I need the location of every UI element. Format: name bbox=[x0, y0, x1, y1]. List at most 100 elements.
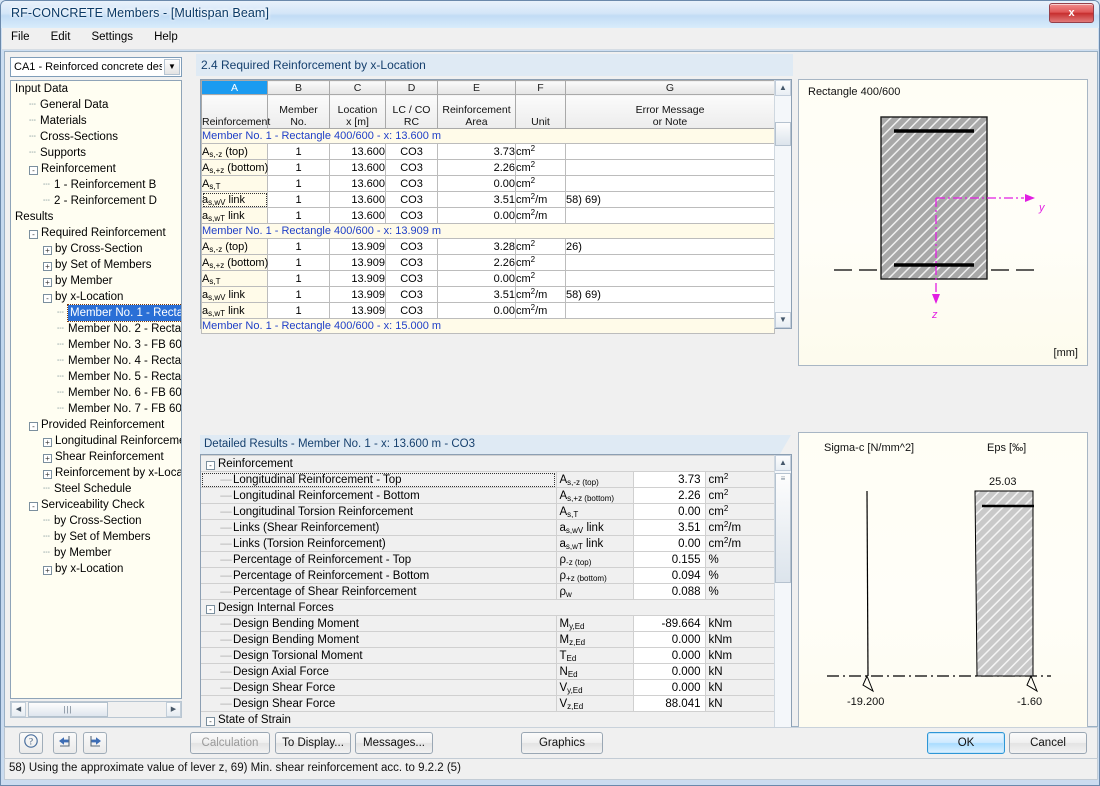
tree-item[interactable]: ┄ 2 - Reinforcement D bbox=[11, 193, 181, 209]
column-header[interactable]: Reinforcement Area bbox=[437, 94, 516, 129]
tree-item[interactable]: ┄ General Data bbox=[11, 97, 181, 113]
table-row[interactable]: As,T 1 13.909 CO3 0.00 cm2 bbox=[201, 270, 775, 287]
navigation-tree[interactable]: Input Data ┄ General Data ┄ Materials ┄ Cross-… bbox=[10, 80, 182, 699]
tree-toggle-icon[interactable]: - bbox=[29, 230, 38, 239]
detailed-vertical-scrollbar[interactable]: ▲ ≡ ▼ bbox=[774, 455, 791, 758]
column-header[interactable]: Location x [m] bbox=[329, 94, 386, 129]
table-row[interactable]: As,+z (bottom) 1 13.909 CO3 2.26 cm2 bbox=[201, 254, 775, 271]
cell-member-no[interactable]: 1 bbox=[267, 254, 330, 271]
cell-area[interactable]: 3.51 bbox=[437, 286, 516, 303]
tree-item[interactable]: + by x-Location bbox=[11, 561, 181, 577]
scroll-left-icon[interactable]: ◀ bbox=[11, 702, 26, 717]
tree-toggle-icon[interactable]: - bbox=[29, 422, 38, 431]
cell-location[interactable]: 13.600 bbox=[329, 159, 386, 176]
cell-lc-co[interactable]: CO3 bbox=[385, 286, 438, 303]
cell-unit[interactable]: cm2 bbox=[515, 143, 566, 160]
detail-value[interactable]: 0.000 bbox=[632, 631, 706, 648]
menu-item-edit[interactable]: Edit bbox=[42, 28, 80, 46]
cell-area[interactable]: 0.00 bbox=[437, 302, 516, 319]
cell-lc-co[interactable]: CO3 bbox=[385, 207, 438, 224]
tree-item[interactable]: ┄ Cross-Sections bbox=[11, 129, 181, 145]
detail-row[interactable]: —Percentage of Reinforcement - Top ρ-z (t… bbox=[201, 551, 776, 568]
calculation-button[interactable]: Calculation bbox=[190, 732, 270, 754]
cell-member-no[interactable]: 1 bbox=[267, 207, 330, 224]
detail-row[interactable]: —Percentage of Reinforcement - Bottom ρ+z… bbox=[201, 567, 776, 584]
table-row[interactable]: As,-z (top) 1 13.909 CO3 3.28 cm2 26) bbox=[201, 238, 775, 255]
detail-value[interactable]: 0.000 bbox=[632, 647, 706, 664]
messages-button[interactable]: Messages... bbox=[355, 732, 433, 754]
cell-location[interactable]: 13.909 bbox=[329, 270, 386, 287]
tree-item[interactable]: Input Data bbox=[11, 81, 181, 97]
detail-value[interactable]: -89.664 bbox=[632, 615, 706, 632]
cell-area[interactable]: 3.28 bbox=[437, 238, 516, 255]
cell-member-no[interactable]: 1 bbox=[267, 143, 330, 160]
cell-reinforcement[interactable]: as,wT link bbox=[201, 207, 268, 224]
tree-item[interactable]: + Shear Reinforcement bbox=[11, 449, 181, 465]
next-icon[interactable] bbox=[83, 732, 107, 754]
scroll-thumb[interactable]: ≡ bbox=[775, 473, 791, 583]
scroll-up-icon[interactable]: ▲ bbox=[775, 80, 791, 96]
column-letter-b[interactable]: B bbox=[267, 80, 330, 95]
cell-reinforcement[interactable]: As,-z (top) bbox=[201, 238, 268, 255]
table-row[interactable]: As,+z (bottom) 1 13.600 CO3 2.26 cm2 bbox=[201, 159, 775, 176]
close-icon[interactable]: x bbox=[1049, 3, 1094, 23]
tree-toggle-icon[interactable]: + bbox=[43, 246, 52, 255]
detail-value[interactable]: 0.00 bbox=[632, 503, 706, 520]
detail-row[interactable]: —Design Shear Force Vy,Ed 0.000 kN bbox=[201, 679, 776, 696]
detail-value[interactable]: 88.041 bbox=[632, 695, 706, 712]
table-row[interactable]: as,wT link 1 13.600 CO3 0.00 cm2/m bbox=[201, 207, 775, 224]
cell-location[interactable]: 13.909 bbox=[329, 254, 386, 271]
tree-item[interactable]: ┄ Member No. 2 - Rectan bbox=[11, 321, 181, 337]
tree-item[interactable]: ┄ by Cross-Section bbox=[11, 513, 181, 529]
table-group-row[interactable]: Member No. 1 - Rectangle 400/600 - x: 13… bbox=[201, 223, 775, 239]
cell-member-no[interactable]: 1 bbox=[267, 175, 330, 192]
tree-toggle-icon[interactable]: - bbox=[43, 294, 52, 303]
tree-toggle-icon[interactable]: + bbox=[43, 262, 52, 271]
detail-label[interactable]: —Design Torsional Moment bbox=[201, 647, 557, 664]
cell-lc-co[interactable]: CO3 bbox=[385, 191, 438, 208]
cell-lc-co[interactable]: CO3 bbox=[385, 175, 438, 192]
tree-item[interactable]: - Reinforcement bbox=[11, 161, 181, 177]
detail-value[interactable]: 2.26 bbox=[632, 487, 706, 504]
cell-lc-co[interactable]: CO3 bbox=[385, 238, 438, 255]
cell-area[interactable]: 0.00 bbox=[437, 270, 516, 287]
cell-error-note[interactable]: 58) 69) bbox=[565, 191, 775, 208]
cell-lc-co[interactable]: CO3 bbox=[385, 143, 438, 160]
tree-item[interactable]: ┄ by Set of Members bbox=[11, 529, 181, 545]
tree-item[interactable]: ┄ Member No. 1 - Rectan bbox=[11, 304, 181, 322]
prev-icon[interactable] bbox=[53, 732, 77, 754]
table-row[interactable]: as,wT link 1 13.909 CO3 0.00 cm2/m bbox=[201, 302, 775, 319]
tree-toggle-icon[interactable]: + bbox=[43, 566, 52, 575]
cell-error-note[interactable] bbox=[565, 159, 775, 176]
cell-unit[interactable]: cm2 bbox=[515, 270, 566, 287]
cell-unit[interactable]: cm2/m bbox=[515, 207, 566, 224]
cell-error-note[interactable] bbox=[565, 207, 775, 224]
table-row[interactable]: As,-z (top) 1 13.600 CO3 3.73 cm2 bbox=[201, 143, 775, 160]
table-body[interactable]: Member No. 1 - Rectangle 400/600 - x: 13… bbox=[201, 128, 775, 334]
cell-error-note[interactable]: 26) bbox=[565, 238, 775, 255]
tree-toggle-icon[interactable]: + bbox=[43, 438, 52, 447]
menu-item-file[interactable]: File bbox=[2, 28, 39, 46]
detail-row[interactable]: —Design Shear Force Vz,Ed 88.041 kN bbox=[201, 695, 776, 712]
cross-section-graphic-panel[interactable]: Rectangle 400/600 [mm] y z bbox=[798, 79, 1088, 366]
detail-group-row[interactable]: - State of Strain bbox=[201, 711, 776, 728]
cell-unit[interactable]: cm2 bbox=[515, 254, 566, 271]
scroll-down-icon[interactable]: ▼ bbox=[775, 312, 791, 328]
cell-unit[interactable]: cm2 bbox=[515, 159, 566, 176]
cell-area[interactable]: 2.26 bbox=[437, 254, 516, 271]
detail-row[interactable]: —Design Torsional Moment TEd 0.000 kNm bbox=[201, 647, 776, 664]
cell-location[interactable]: 13.909 bbox=[329, 302, 386, 319]
column-header[interactable]: Error Message or Note bbox=[565, 94, 775, 129]
cell-reinforcement[interactable]: As,-z (top) bbox=[201, 143, 268, 160]
cell-area[interactable]: 2.26 bbox=[437, 159, 516, 176]
tree-item[interactable]: + by Member bbox=[11, 273, 181, 289]
to-display-button[interactable]: To Display... bbox=[275, 732, 351, 754]
detail-value[interactable]: 0.094 bbox=[632, 567, 706, 584]
column-letter-c[interactable]: C bbox=[329, 80, 386, 95]
tree-item[interactable]: ┄ 1 - Reinforcement B bbox=[11, 177, 181, 193]
help-icon[interactable]: ? bbox=[19, 732, 43, 754]
table-row[interactable]: As,T 1 13.600 CO3 0.00 cm2 bbox=[201, 175, 775, 192]
cell-reinforcement[interactable]: As,+z (bottom) bbox=[201, 159, 268, 176]
tree-toggle-icon[interactable]: - bbox=[29, 502, 38, 511]
detail-group-row[interactable]: - Reinforcement bbox=[201, 455, 776, 472]
